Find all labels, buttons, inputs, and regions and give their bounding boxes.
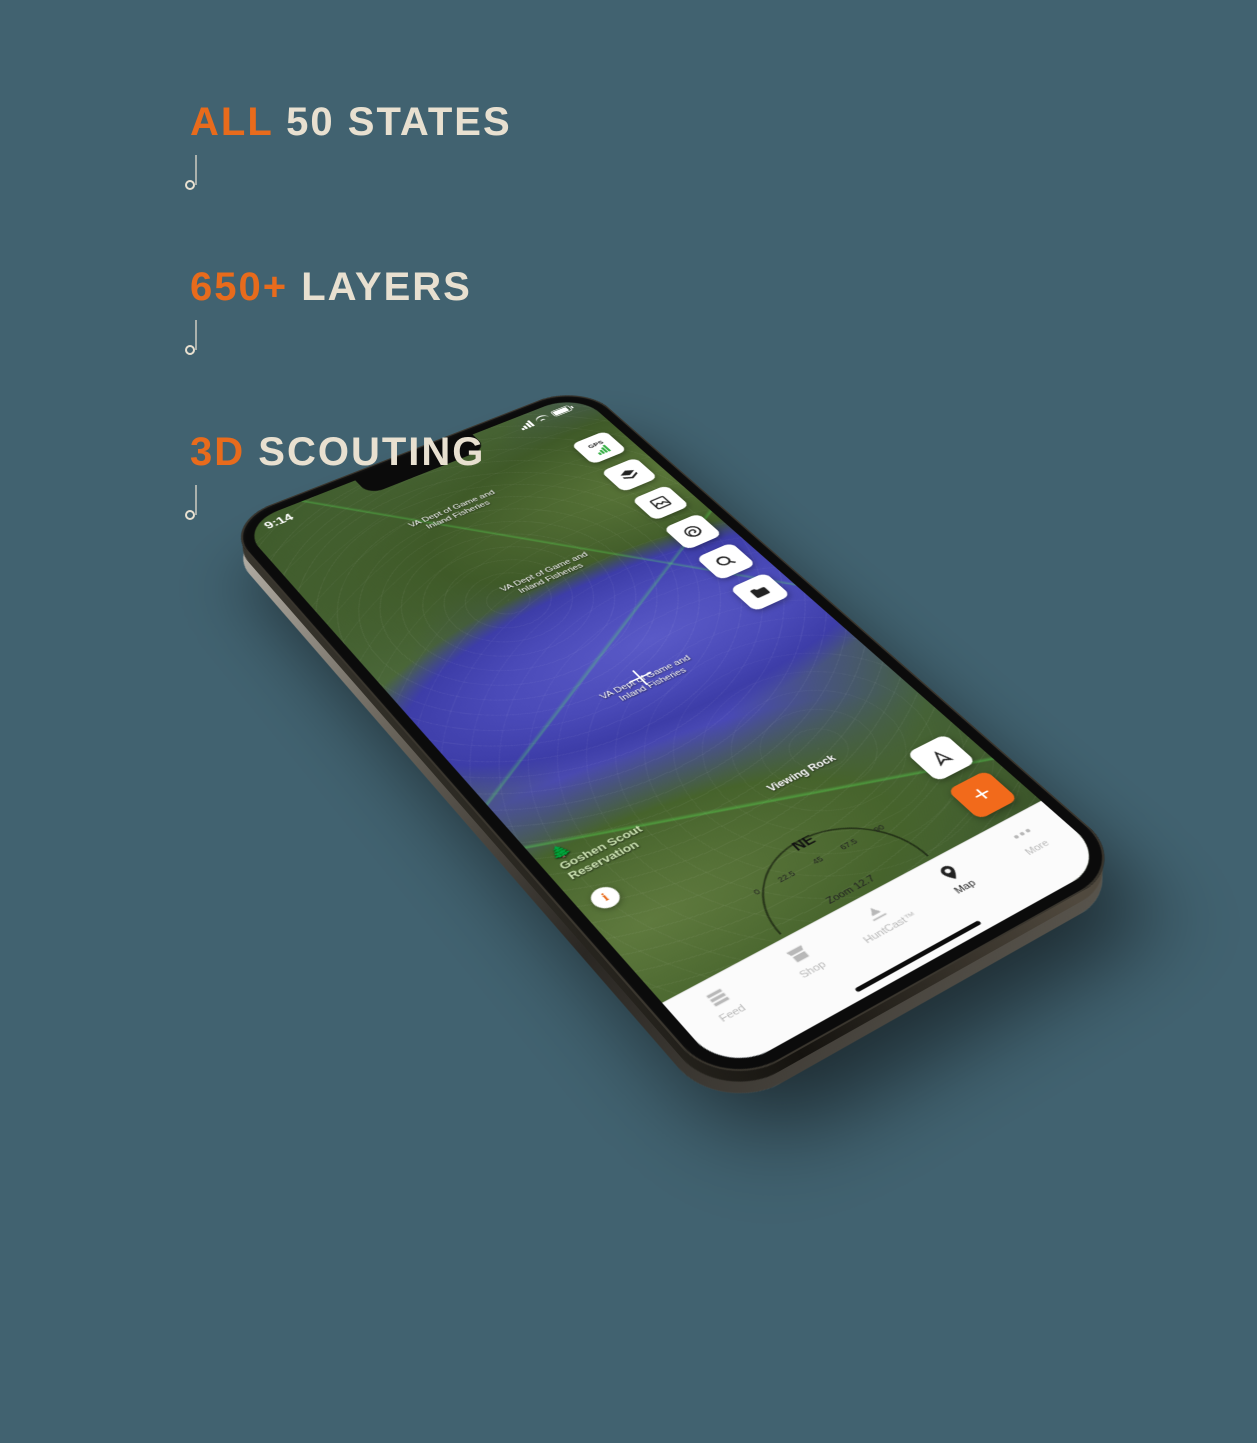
callout-leader-line: [195, 485, 197, 515]
callout-rest: 50 STATES: [286, 100, 511, 144]
battery-icon: [550, 405, 573, 417]
search-button[interactable]: [696, 542, 756, 580]
tab-label: Shop: [797, 959, 829, 980]
callout-rest: SCOUTING: [258, 430, 485, 474]
map-pin-icon: [932, 859, 969, 886]
huntcast-icon: [857, 899, 894, 927]
bottom-tab-bar: Feed Shop HuntCast™: [662, 801, 1110, 1075]
shop-icon: [779, 940, 817, 969]
wind-button[interactable]: [663, 513, 722, 550]
marketing-callouts: ALL 50 STATES 650+ LAYERS 3D SCOUTING: [190, 100, 512, 595]
folder-icon: [745, 582, 774, 601]
compass-arc: [748, 817, 932, 938]
add-marker-button[interactable]: +: [947, 770, 1019, 820]
tab-map[interactable]: Map: [905, 845, 1006, 911]
map-agency-label: VA Dept of Game and Inland Fisheries: [598, 654, 700, 709]
cellular-signal-icon: [516, 420, 534, 430]
wind-spiral-icon: [679, 523, 707, 541]
callout-3d-scouting: 3D SCOUTING: [190, 430, 512, 475]
callout-leader-dot: [185, 345, 195, 355]
search-icon: [711, 552, 740, 570]
callout-accent: ALL: [190, 100, 273, 144]
zoom-level-label: Zoom 12.7: [824, 874, 878, 906]
compass-widget[interactable]: NE 0 22.5 45 67.5 90 Zoom 12.7: [725, 802, 932, 938]
layers-icon: [614, 466, 644, 484]
compass-ticks: 0 22.5 45 67.5 90: [742, 818, 896, 901]
more-icon: [1004, 821, 1040, 847]
callout-layers: 650+ LAYERS: [190, 265, 512, 310]
map-float-stack: +: [906, 734, 1018, 820]
feed-icon: [699, 983, 737, 1013]
callout-accent: 650+: [190, 265, 288, 309]
status-indicators: [515, 404, 574, 432]
tree-icon: 🌲: [546, 812, 636, 863]
wifi-icon: [534, 414, 551, 424]
callout-leader-line: [195, 155, 197, 185]
recenter-button[interactable]: [906, 734, 976, 782]
plus-icon: +: [964, 781, 1001, 809]
tab-label: Map: [952, 878, 979, 896]
info-button[interactable]: i: [586, 883, 626, 912]
compass-arrow-icon: [925, 747, 957, 769]
callout-rest: LAYERS: [301, 265, 472, 309]
callout-leader-line: [195, 320, 197, 350]
callout-accent: 3D: [190, 430, 245, 474]
tab-label: HuntCast™: [861, 910, 919, 945]
map-park-label: 🌲 Goshen Scout Reservation: [546, 812, 654, 882]
tab-label: More: [1023, 838, 1052, 857]
folders-button[interactable]: [729, 572, 791, 611]
basemap-button[interactable]: [631, 485, 689, 521]
compass-direction: NE: [789, 833, 820, 854]
tab-more[interactable]: More: [978, 808, 1077, 872]
info-icon: i: [598, 891, 612, 904]
home-indicator[interactable]: [854, 920, 982, 992]
tab-huntcast[interactable]: HuntCast™: [829, 885, 932, 953]
map-poi-label: Viewing Rock: [765, 753, 839, 794]
gps-button[interactable]: GPS: [571, 431, 628, 465]
callout-leader-dot: [185, 180, 195, 190]
map-tool-stack: GPS: [571, 431, 791, 612]
tab-shop[interactable]: Shop: [751, 925, 857, 996]
callout-leader-dot: [185, 510, 195, 520]
map-agency-label: VA Dept of Game and Inland Fisheries: [498, 551, 596, 600]
picture-icon: [647, 494, 675, 511]
callout-all-50-states: ALL 50 STATES: [190, 100, 512, 145]
tab-feed[interactable]: Feed: [669, 967, 777, 1040]
tab-label: Feed: [717, 1003, 749, 1025]
layers-button[interactable]: [601, 457, 658, 492]
